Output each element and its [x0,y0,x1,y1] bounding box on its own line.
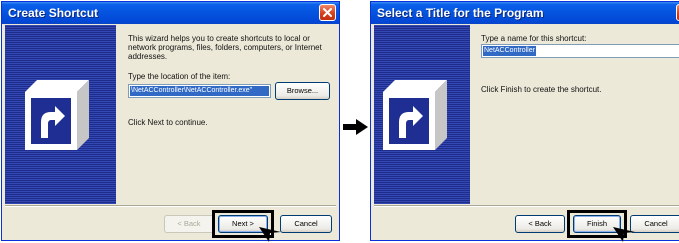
wizard-sidebar-graphic [374,25,470,204]
name-label: Type a name for this shortcut: [481,34,587,43]
select-title-dialog: Select a Title for the Program Type a na… [370,1,679,241]
close-button[interactable] [319,4,336,21]
cancel-button[interactable]: Cancel [280,215,332,233]
wizard-description: This wizard helps you to create shortcut… [128,34,322,61]
shortcut-name-input[interactable]: NetACController [481,44,679,58]
cancel-button[interactable]: Cancel [630,215,679,233]
button-separator [374,205,679,207]
pointer-arrow-icon [259,227,281,242]
button-separator [5,205,336,207]
dialog-title: Select a Title for the Program [377,6,544,20]
shortcut-name-value: NetACController [483,46,536,56]
wizard-instruction: Click Finish to create the shortcut. [481,85,602,94]
browse-button[interactable]: Browse... [275,82,330,100]
title-bar[interactable]: Select a Title for the Program [371,2,679,24]
close-icon [323,8,332,17]
back-button[interactable]: < Back [515,215,565,233]
location-input[interactable]: \NetACController\NetACController.exe" [128,84,271,98]
wizard-sidebar-graphic [5,25,116,204]
title-bar[interactable]: Create Shortcut [2,2,339,24]
shortcut-arrow-icon [383,80,447,150]
dialog-title: Create Shortcut [8,6,99,20]
wizard-instruction: Click Next to continue. [128,118,208,127]
location-input-value: \NetACController\NetACController.exe" [130,86,269,96]
pointer-arrow-icon [613,227,635,242]
right-arrow-icon [343,119,368,135]
create-shortcut-dialog: Create Shortcut This wizard helps you to… [1,1,340,241]
shortcut-arrow-icon [25,80,89,150]
location-label: Type the location of the item: [128,72,231,81]
back-button[interactable]: < Back [164,215,214,233]
